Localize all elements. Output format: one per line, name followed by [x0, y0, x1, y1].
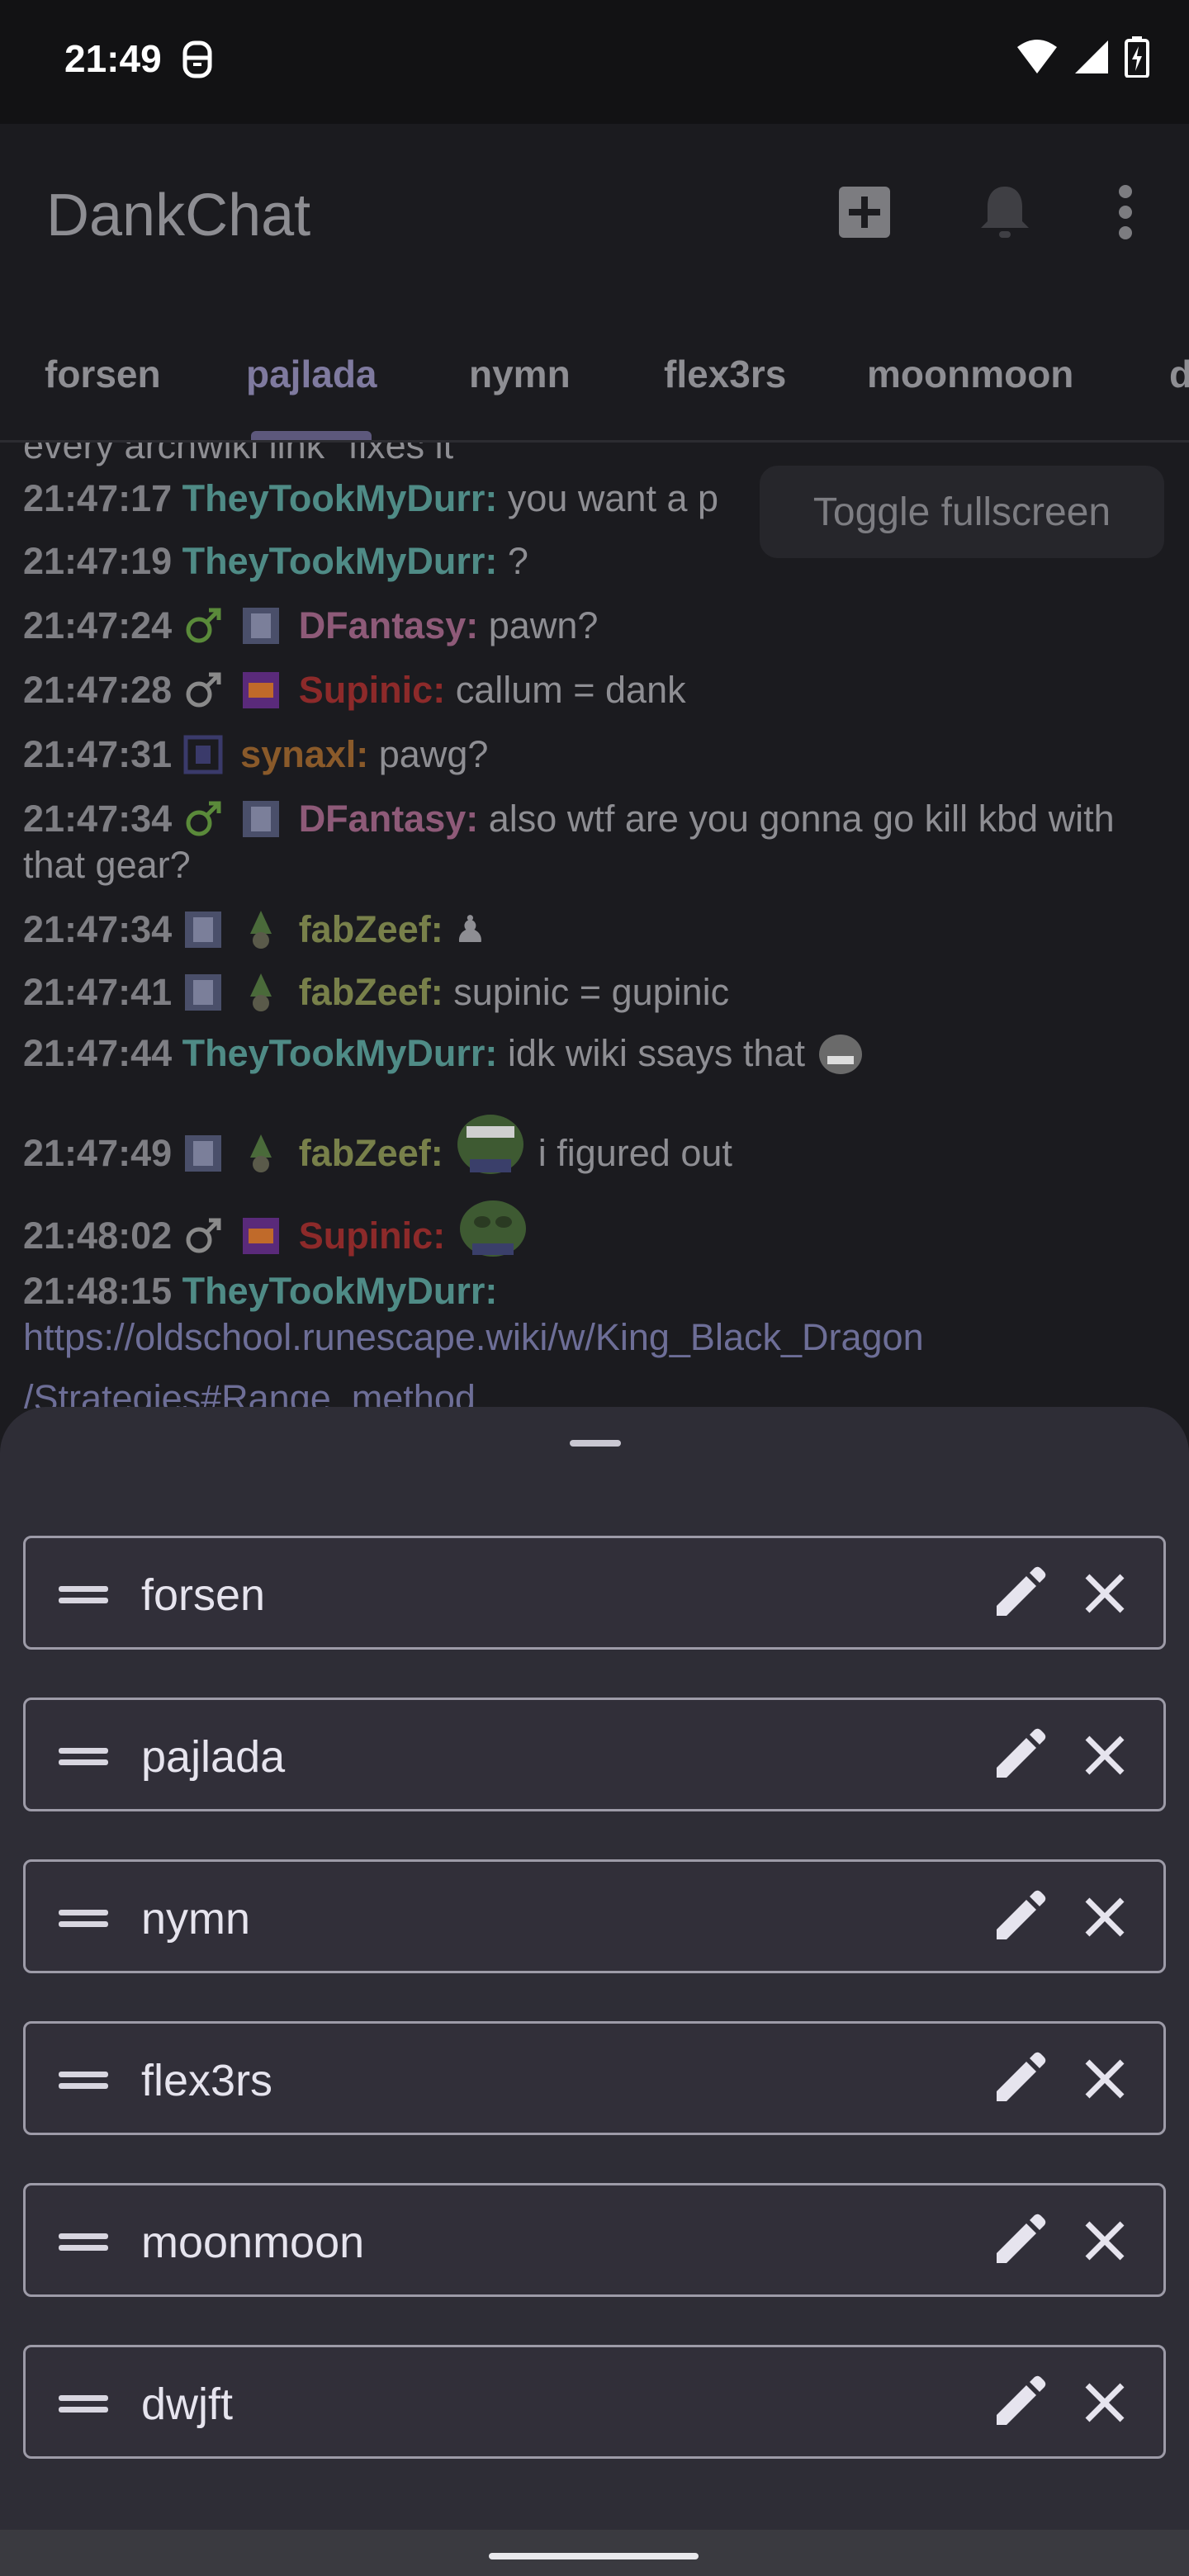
wifi-icon: [1017, 40, 1057, 73]
channel-name: forsen: [141, 1570, 266, 1620]
chat-message: 21:47:34 DFantasy: also wtf are you gonn…: [23, 798, 1115, 886]
channel-row[interactable]: forsen: [23, 1536, 1166, 1650]
pepe-emote-icon: [457, 1115, 524, 1174]
male-badge-icon: [186, 608, 221, 643]
male-badge-icon: [186, 672, 221, 708]
chat-message: 21:47:34 fabZeef: ♟: [23, 908, 487, 950]
close-icon[interactable]: [1074, 1887, 1135, 1948]
signal-icon: [1075, 40, 1108, 73]
manage-channels-sheet: forsen pajlada nymn flex3rs moonmoon dwj…: [0, 1407, 1189, 2576]
battery-icon: [1125, 36, 1149, 78]
tab-forsen[interactable]: forsen: [45, 352, 161, 396]
notification-icon: [182, 40, 212, 78]
subscriber-badge-icon: [243, 672, 280, 708]
reorder-handle-icon[interactable]: [59, 2067, 108, 2091]
edit-icon[interactable]: [988, 1725, 1049, 1786]
channel-name: dwjft: [141, 2379, 234, 2429]
channel-row[interactable]: nymn: [23, 1859, 1166, 1973]
status-icons: [1016, 36, 1149, 78]
close-icon[interactable]: [1074, 2048, 1135, 2110]
chat-message: 21:47:49 fabZeef: i figured out: [23, 1108, 1163, 1177]
active-tab-indicator: [251, 431, 372, 440]
more-options-icon[interactable]: [1088, 175, 1163, 249]
subscriber-badge-icon: [184, 974, 221, 1011]
reorder-handle-icon[interactable]: [59, 2390, 108, 2415]
subscriber-badge-icon: [243, 801, 280, 837]
channel-row[interactable]: flex3rs: [23, 2021, 1166, 2135]
reorder-handle-icon[interactable]: [59, 1581, 108, 1606]
chat-message: 21:47:44 TheyTookMyDurr: idk wiki ssays …: [23, 1030, 1163, 1077]
app-screen: 21:49 DankChat forsen pajlada nymn flex3…: [0, 0, 1189, 2576]
pepe-emote-icon: [459, 1200, 526, 1257]
gnome-badge-icon: [250, 1134, 272, 1172]
app-title: DankChat: [46, 182, 311, 249]
edit-icon[interactable]: [988, 2210, 1049, 2271]
status-time: 21:49: [64, 37, 162, 80]
chat-message: 21:48:15 TheyTookMyDurr: https://oldscho…: [23, 1270, 924, 1358]
add-channel-icon[interactable]: [827, 175, 902, 249]
sheet-drag-handle[interactable]: [570, 1440, 621, 1447]
bell-icon[interactable]: [968, 175, 1042, 249]
channel-row[interactable]: moonmoon: [23, 2183, 1166, 2297]
tab-nymn[interactable]: nymn: [469, 352, 571, 396]
chat-message: 21:47:31 synaxl: pawg?: [23, 733, 489, 775]
close-icon[interactable]: [1074, 2372, 1135, 2433]
status-bar: 21:49: [0, 0, 1189, 124]
channel-name: moonmoon: [141, 2218, 365, 2267]
channel-row[interactable]: dwjft: [23, 2345, 1166, 2459]
toggle-fullscreen-tooltip[interactable]: Toggle fullscreen: [760, 466, 1164, 558]
app-bar: DankChat: [0, 124, 1189, 305]
chat-message: 21:47:41 fabZeef: supinic = gupinic: [23, 971, 730, 1013]
gnome-badge-icon: [250, 911, 272, 949]
channel-name: nymn: [141, 1894, 251, 1944]
tab-flex3rs[interactable]: flex3rs: [664, 352, 786, 396]
edit-icon[interactable]: [988, 2048, 1049, 2110]
gnome-badge-icon: [250, 973, 272, 1011]
edit-icon[interactable]: [988, 1887, 1049, 1948]
male-badge-icon: [186, 1218, 221, 1253]
channel-name: pajlada: [141, 1732, 286, 1782]
subscriber-badge-icon: [184, 912, 221, 948]
reorder-handle-icon[interactable]: [59, 1743, 108, 1768]
tab-moonmoon[interactable]: moonmoon: [867, 352, 1073, 396]
reorder-handle-icon[interactable]: [59, 2228, 108, 2253]
home-gesture-pill[interactable]: [489, 2553, 699, 2559]
close-icon[interactable]: [1074, 1563, 1135, 1624]
system-nav-bar: [0, 2530, 1189, 2576]
chat-message: 21:48:02 Supinic:: [23, 1194, 1163, 1260]
close-icon[interactable]: [1074, 1725, 1135, 1786]
chat-message: 21:47:28 Supinic: callum = dank: [23, 669, 686, 711]
reorder-handle-icon[interactable]: [59, 1905, 108, 1930]
close-icon[interactable]: [1074, 2210, 1135, 2271]
chat-messages: every archwiki link "fixes it" 21:47:17 …: [0, 443, 1189, 1409]
subscriber-badge-icon: [184, 1135, 221, 1172]
male-badge-icon: [186, 801, 221, 836]
channel-row[interactable]: pajlada: [23, 1698, 1166, 1811]
grin-emote-icon: [818, 1035, 862, 1074]
edit-icon[interactable]: [988, 1563, 1049, 1624]
chat-link[interactable]: https://oldschool.runescape.wiki/w/King_…: [23, 1316, 924, 1358]
tab-pajlada[interactable]: pajlada: [246, 352, 377, 396]
tab-dwjft[interactable]: d: [1169, 352, 1189, 396]
channel-name: flex3rs: [141, 2056, 273, 2105]
subscriber-badge-icon: [183, 735, 223, 774]
subscriber-badge-icon: [243, 608, 280, 644]
subscriber-badge-icon: [243, 1218, 280, 1254]
chat-message: 21:47:24 DFantasy: pawn?: [23, 604, 599, 646]
edit-icon[interactable]: [988, 2372, 1049, 2433]
chat-message-partial: /Strategies#Range_method: [23, 1377, 476, 1409]
channel-tabs: forsen pajlada nymn flex3rs moonmoon d: [0, 305, 1189, 443]
